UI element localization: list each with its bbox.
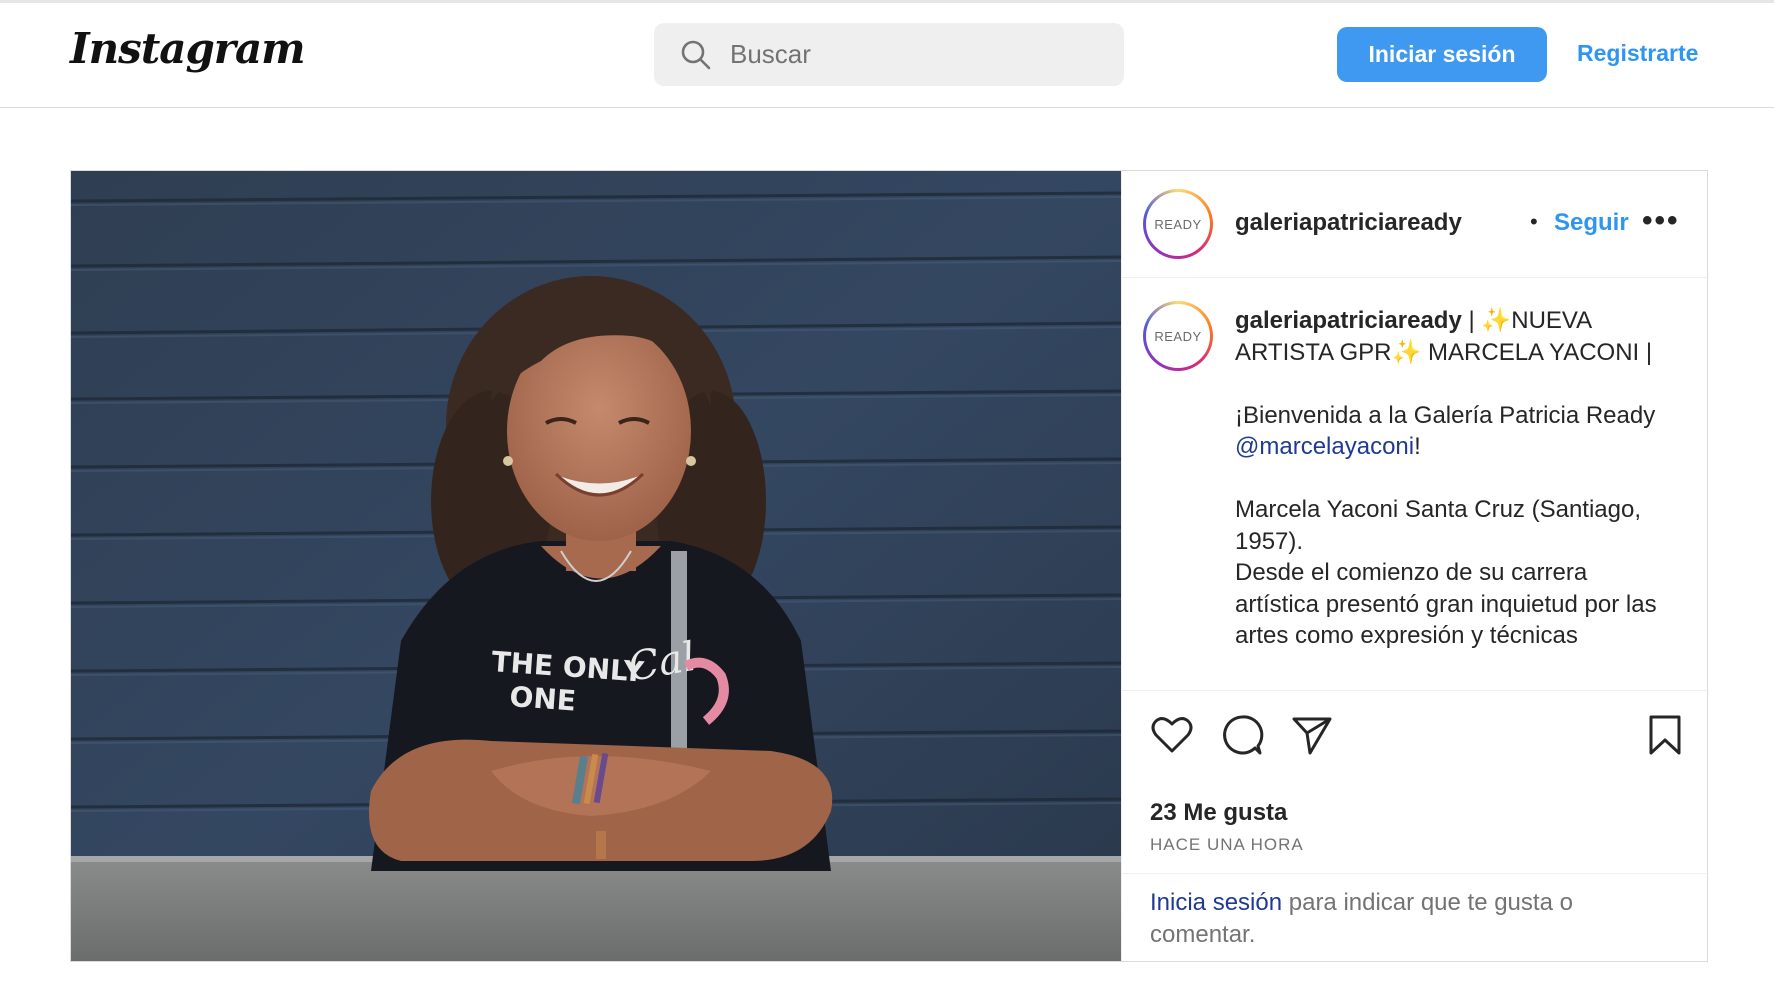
caption-avatar[interactable]: READY <box>1143 301 1213 371</box>
follow-button[interactable]: Seguir <box>1554 209 1629 237</box>
login-button[interactable]: Iniciar sesión <box>1337 27 1547 82</box>
caption-area: READY galeriapatriciaready | ✨NUEVA ARTI… <box>1122 279 1709 691</box>
post-header: READY galeriapatriciaready • Seguir ••• <box>1122 171 1709 278</box>
caption-bio-line1: Marcela Yaconi Santa Cruz (Santiago, 195… <box>1235 496 1641 555</box>
caption-username[interactable]: galeriapatriciaready <box>1235 307 1462 334</box>
post-timestamp: HACE UNA HORA <box>1150 835 1304 854</box>
like-heart-icon[interactable] <box>1150 713 1194 757</box>
shirt-text-line2: ONE <box>509 680 578 718</box>
instagram-logo[interactable]: Instagram <box>70 24 306 73</box>
caption-bio-line2: Desde el comienzo de su carrera artístic… <box>1235 559 1657 649</box>
share-send-icon[interactable] <box>1290 713 1334 757</box>
post-caption: galeriapatriciaready | ✨NUEVA ARTISTA GP… <box>1235 305 1675 652</box>
caption-mention-link[interactable]: @marcelayaconi <box>1235 433 1414 460</box>
search-box[interactable] <box>654 23 1124 86</box>
separator-dot: • <box>1530 209 1538 234</box>
login-prompt-text: Inicia sesión para indicar que te gusta … <box>1150 887 1670 950</box>
post-photo[interactable]: THE ONLY ONE Cal <box>71 171 1121 961</box>
account-username[interactable]: galeriapatriciaready <box>1235 209 1462 237</box>
search-icon <box>681 40 711 69</box>
likes-count[interactable]: 23 Me gusta <box>1150 799 1287 827</box>
post-photo-image: THE ONLY ONE Cal <box>71 171 1121 961</box>
comment-icon[interactable] <box>1220 713 1264 757</box>
more-options-icon[interactable]: ••• <box>1642 204 1680 238</box>
avatar-logo-text: READY <box>1146 192 1210 256</box>
browser-top-line <box>0 0 1774 3</box>
top-navigation-bar: Instagram Iniciar sesión Registrarte <box>0 0 1774 108</box>
signup-link[interactable]: Registrarte <box>1577 40 1698 67</box>
caption-avatar-logo-text: READY <box>1146 304 1210 368</box>
save-bookmark-icon[interactable] <box>1643 713 1687 757</box>
login-prompt-link[interactable]: Inicia sesión <box>1150 889 1282 916</box>
account-avatar[interactable]: READY <box>1143 189 1213 259</box>
caption-welcome-suffix: ! <box>1414 433 1421 460</box>
post-actions <box>1122 691 1709 771</box>
post-side-panel: READY galeriapatriciaready • Seguir ••• … <box>1121 171 1709 961</box>
login-prompt-footer: Inicia sesión para indicar que te gusta … <box>1122 873 1709 961</box>
post-card: THE ONLY ONE Cal READY galeriapatriciare… <box>70 170 1709 962</box>
caption-welcome-prefix: ¡Bienvenida a la Galería Patricia Ready <box>1235 401 1656 429</box>
search-input[interactable] <box>730 39 1090 70</box>
